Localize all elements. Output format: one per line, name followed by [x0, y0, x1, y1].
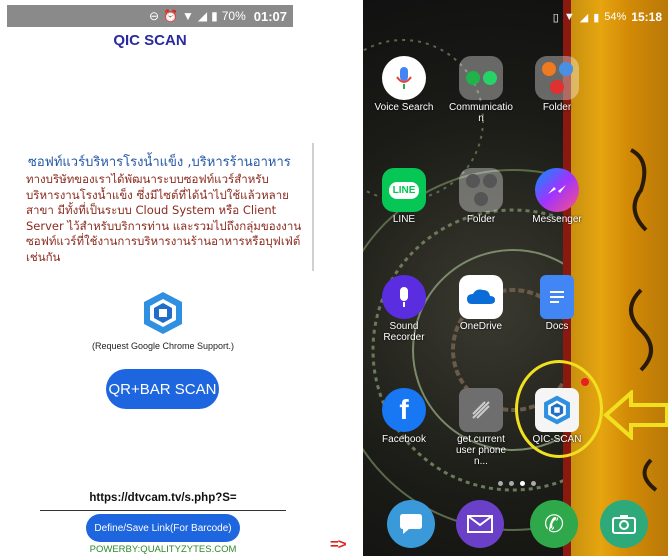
app-label: Folder: [542, 102, 572, 113]
right-phone-screen: ▯ ▼ ◢ ▮ 54% 15:18 Voice Search Communica…: [363, 0, 668, 556]
divider: [40, 510, 286, 511]
description-panel: ซอฟท์แวร์บริหารโรงน้ำแข็ง ,บริหารร้านอาห…: [24, 143, 314, 271]
app-label: Folder: [466, 214, 496, 225]
notification-dot: [581, 378, 589, 386]
signal-icon: ◢: [197, 9, 208, 23]
description-heading: ซอฟท์แวร์บริหารโรงน้ำแข็ง ,บริหารร้านอาห…: [28, 155, 291, 170]
battery-icon: ▮: [593, 11, 600, 24]
app-label: Voice Search: [374, 102, 434, 113]
scan-url: https://dtvcam.tv/s.php?S=: [89, 492, 237, 504]
define-save-link-button[interactable]: Define/Save Link(For Barcode): [86, 514, 240, 542]
battery-level: 54%: [604, 11, 627, 23]
app-folder[interactable]: Folder: [524, 56, 590, 113]
signal-icon: ◢: [579, 11, 589, 24]
clock: 15:18: [631, 10, 662, 24]
vibrate-icon: ▯: [552, 11, 559, 24]
mail-icon: [456, 500, 504, 548]
alarm-icon: ⏰: [163, 9, 178, 23]
qic-logo-icon: [144, 292, 182, 334]
app-get-current-user-phone[interactable]: get current user phone n...: [448, 388, 514, 467]
docs-icon: [540, 275, 574, 319]
app-communication-folder[interactable]: Communicatio n: [448, 56, 514, 124]
app-label: get current user phone n...: [455, 434, 507, 467]
clock: 01:07: [253, 8, 287, 24]
left-phone-screen: ⊖ ⏰ ▼ ◢ ▮ 70% 01:07 QIC SCAN ซอฟท์แวร์บร…: [0, 0, 314, 556]
app-voice-search[interactable]: Voice Search: [371, 56, 437, 113]
folder-icon: [535, 56, 579, 100]
powered-by-text: POWERBY:QUALITYZYTES.COM: [89, 544, 237, 555]
wifi-icon: ▼: [181, 9, 194, 23]
folder-icon: [459, 168, 503, 212]
facebook-icon: f: [382, 388, 426, 432]
minus-circle-icon: ⊖: [148, 9, 160, 23]
dock-phone[interactable]: ✆: [521, 500, 587, 548]
phone-icon: ✆: [530, 500, 578, 548]
chrome-support-note: (Request Google Chrome Support.): [91, 341, 235, 351]
pointer-arrow-icon: [603, 390, 668, 440]
arrow-indicator: =>: [330, 536, 347, 553]
line-icon: LINE: [382, 168, 426, 212]
mic-icon: [382, 275, 426, 319]
app-label: LINE: [392, 214, 416, 225]
app-label: Sound Recorder: [383, 321, 425, 343]
app-messenger[interactable]: Messenger: [524, 168, 590, 225]
app-label: Facebook: [382, 434, 426, 445]
app-facebook[interactable]: f Facebook: [371, 388, 437, 445]
highlight-circle: [515, 360, 603, 458]
camera-icon: [600, 500, 648, 548]
folder-icon: [459, 56, 503, 100]
mic-icon: [382, 56, 426, 100]
wifi-icon: ▼: [563, 11, 575, 23]
app-label: Messenger: [532, 214, 582, 225]
app-line[interactable]: LINE LINE: [371, 168, 437, 225]
status-bar: ▯ ▼ ◢ ▮ 54% 15:18: [363, 8, 668, 26]
dock-messages[interactable]: [378, 500, 444, 548]
message-icon: [387, 500, 435, 548]
battery-icon: ▮: [211, 9, 218, 23]
app-label: OneDrive: [459, 321, 503, 332]
app-folder-2[interactable]: Folder: [448, 168, 514, 225]
app-icon: [459, 388, 503, 432]
description-text: ทางบริษัทของเราได้พัฒนาระบบซอฟท์แวร์สำหร…: [26, 172, 302, 264]
dock-email[interactable]: [447, 500, 513, 548]
messenger-icon: [535, 168, 579, 212]
app-label: Communicatio n: [449, 102, 513, 124]
app-docs[interactable]: Docs: [524, 275, 590, 332]
app-sound-recorder[interactable]: Sound Recorder: [371, 275, 437, 343]
app-label: Docs: [545, 321, 569, 332]
dock-camera[interactable]: [591, 500, 657, 548]
status-bar: ⊖ ⏰ ▼ ◢ ▮ 70% 01:07: [7, 5, 293, 27]
cloud-icon: [459, 275, 503, 319]
app-onedrive[interactable]: OneDrive: [448, 275, 514, 332]
page-indicator: [498, 481, 548, 486]
page-title: QIC SCAN: [113, 32, 187, 49]
battery-level: 70%: [221, 9, 246, 23]
qr-bar-scan-button[interactable]: QR+BAR SCAN: [106, 369, 219, 409]
